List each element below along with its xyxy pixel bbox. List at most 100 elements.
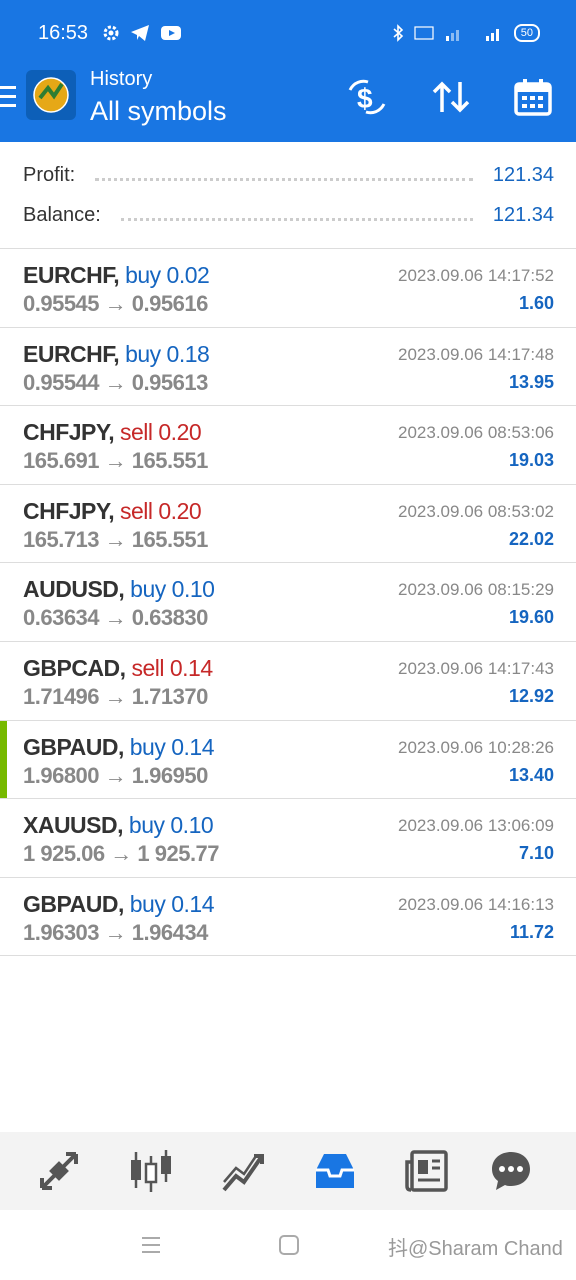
- deal-lots: 0.20: [158, 497, 202, 524]
- arrow-right-icon: →: [104, 919, 127, 945]
- battery-indicator: 50: [513, 24, 540, 42]
- bottom-navigation: [0, 1132, 576, 1210]
- deal-time: 2023.09.06 08:15:29: [398, 580, 554, 600]
- watermark: 抖@Sharam Chand: [388, 1238, 563, 1260]
- deal-open-price: 1.96303: [23, 919, 100, 945]
- deal-open-price: 165.691: [23, 448, 100, 474]
- deal-lots: 0.18: [166, 340, 210, 367]
- deal-profit: 22.02: [508, 528, 554, 549]
- volte-icon: [414, 26, 434, 40]
- deal-lots: 0.20: [158, 419, 202, 446]
- trade-icon[interactable]: [36, 1148, 82, 1194]
- status-notification-icons: [102, 24, 182, 42]
- deal-open-price: 0.95545: [23, 291, 100, 316]
- deal-time: 2023.09.06 14:16:13: [398, 894, 554, 914]
- balance-label: Balance:: [23, 203, 101, 226]
- arrow-right-icon: →: [104, 605, 127, 631]
- deal-time: 2023.09.06 08:53:06: [398, 423, 554, 443]
- recent-apps-icon[interactable]: [140, 1234, 162, 1256]
- youtube-icon: [161, 26, 181, 40]
- deal-time: 2023.09.06 14:17:48: [398, 344, 554, 364]
- deal-symbol: XAUUSD,: [23, 812, 124, 839]
- deal-close-price: 165.551: [131, 448, 209, 474]
- network-4g-icon: [485, 29, 499, 41]
- status-system-icons: 50: [392, 24, 540, 42]
- balance-row: Balance: 121.34: [23, 200, 554, 230]
- deal-profit: 13.40: [508, 764, 554, 785]
- account-summary: Profit: 121.34 Balance: 121.34: [0, 142, 576, 249]
- arrow-right-icon: →: [104, 526, 127, 552]
- history-icon[interactable]: [312, 1148, 358, 1194]
- deal-row[interactable]: GBPCAD, sell 0.14 1.71496 → 1.71370 2023…: [0, 642, 576, 721]
- arrow-right-icon: →: [110, 841, 132, 867]
- page-title[interactable]: All symbols: [90, 96, 227, 127]
- deal-time: 2023.09.06 08:53:02: [398, 501, 554, 521]
- chat-icon[interactable]: [488, 1148, 534, 1194]
- deal-time: 2023.09.06 13:06:09: [398, 816, 554, 836]
- deal-close-price: 0.95616: [131, 291, 209, 316]
- arrow-right-icon: →: [104, 369, 127, 395]
- deal-row[interactable]: CHFJPY, sell 0.20 165.713 → 165.551 2023…: [0, 485, 576, 564]
- arrow-right-icon: →: [104, 762, 127, 788]
- deal-row[interactable]: AUDUSD, buy 0.10 0.63634 → 0.63830 2023.…: [0, 563, 576, 642]
- deal-lots: 0.14: [171, 733, 214, 760]
- deal-symbol: EURCHF,: [23, 340, 120, 367]
- deal-profit: 7.10: [518, 843, 554, 864]
- profit-value: 121.34: [492, 163, 554, 186]
- deal-row-selected[interactable]: GBPAUD, buy 0.14 1.96800 → 1.96950 2023.…: [0, 720, 576, 800]
- home-icon[interactable]: [278, 1234, 300, 1256]
- arrow-right-icon: →: [104, 683, 127, 709]
- deal-row[interactable]: XAUUSD, buy 0.10 1 925.06 → 1 925.77 202…: [0, 799, 576, 878]
- deal-symbol: AUDUSD,: [23, 576, 125, 603]
- deal-profit: 13.95: [508, 371, 554, 392]
- deal-symbol: GBPCAD,: [23, 654, 126, 681]
- quotes-icon[interactable]: [220, 1148, 266, 1194]
- deal-row[interactable]: EURCHF, buy 0.18 0.95544 → 0.95613 2023.…: [0, 328, 576, 407]
- deal-profit: 19.60: [508, 607, 554, 628]
- deal-side: buy: [130, 576, 166, 603]
- deal-open-price: 0.63634: [23, 605, 100, 631]
- bluetooth-icon: [393, 24, 403, 42]
- deal-time: 2023.09.06 10:28:26: [398, 737, 554, 757]
- deal-time: 2023.09.06 14:17:52: [398, 266, 554, 285]
- deposit-withdrawal-icon[interactable]: $: [346, 76, 388, 118]
- deals-list: EURCHF, buy 0.02 0.95545 → 0.95616 2023.…: [0, 249, 576, 957]
- calendar-icon[interactable]: [512, 76, 554, 118]
- dotted-leader: [120, 217, 473, 221]
- page-subtitle: History: [90, 68, 153, 90]
- dotted-leader: [95, 177, 473, 181]
- menu-icon[interactable]: [0, 84, 18, 110]
- deal-close-price: 0.63830: [131, 605, 209, 631]
- deal-symbol: EURCHF,: [23, 262, 120, 288]
- deal-close-price: 165.551: [131, 526, 209, 552]
- deal-profit: 11.72: [509, 921, 554, 942]
- deal-side: buy: [125, 340, 161, 367]
- deal-row[interactable]: CHFJPY, sell 0.20 165.691 → 165.551 2023…: [0, 406, 576, 485]
- arrow-right-icon: →: [104, 448, 127, 474]
- telegram-icon: [131, 25, 149, 41]
- deal-close-price: 1.71370: [131, 683, 209, 709]
- deal-row[interactable]: GBPAUD, buy 0.14 1.96303 → 1.96434 2023.…: [0, 878, 576, 957]
- deal-profit: 1.60: [518, 293, 554, 313]
- arrow-right-icon: →: [104, 291, 127, 316]
- deal-side: sell: [119, 419, 153, 446]
- svg-text:$: $: [357, 83, 373, 114]
- status-bar: 16:53 50: [0, 0, 576, 62]
- deal-close-price: 1.96950: [131, 762, 209, 788]
- sort-icon[interactable]: [430, 76, 472, 118]
- deal-symbol: CHFJPY,: [23, 497, 115, 524]
- deal-close-price: 1.96434: [131, 919, 209, 945]
- system-navigation-bar: 抖@Sharam Chand: [0, 1210, 576, 1280]
- deal-lots: 0.02: [166, 262, 210, 288]
- chart-icon[interactable]: [128, 1148, 174, 1194]
- deal-lots: 0.10: [170, 812, 214, 839]
- status-time: 16:53: [38, 22, 89, 44]
- profit-label: Profit:: [23, 163, 76, 186]
- deal-side: sell: [131, 654, 164, 681]
- deal-row[interactable]: EURCHF, buy 0.02 0.95545 → 0.95616 2023.…: [0, 249, 576, 328]
- deal-symbol: GBPAUD,: [23, 890, 124, 917]
- deal-side: sell: [119, 497, 153, 524]
- news-icon[interactable]: [404, 1148, 450, 1194]
- deal-side: buy: [128, 812, 165, 839]
- deal-close-price: 0.95613: [131, 369, 209, 395]
